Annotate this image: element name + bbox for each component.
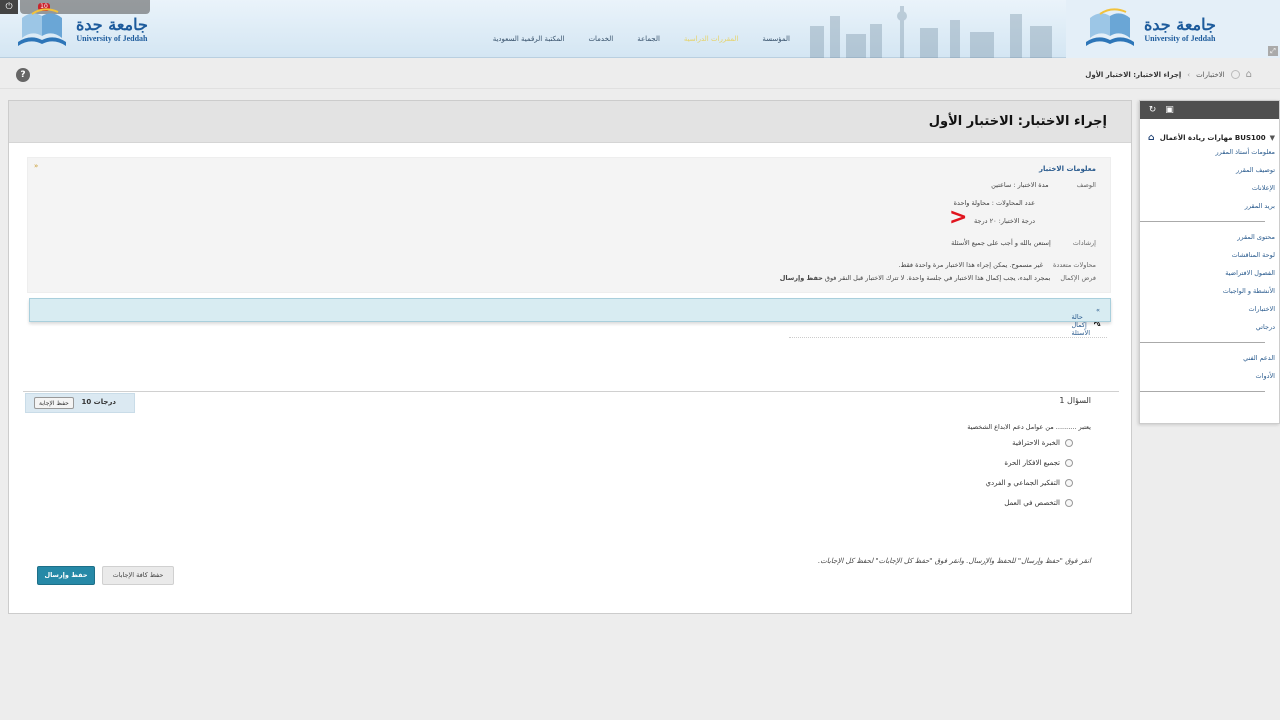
book-logo-icon (1082, 8, 1138, 50)
instructions-label: إرشادات (1072, 239, 1096, 247)
nav-digital-library[interactable]: المكتبة الرقمية السعودية (493, 35, 565, 43)
divider (1140, 221, 1265, 222)
divider (1140, 342, 1265, 343)
submit-instructions: انقر فوق "حفظ وإرسال" للحفظ والإرسال. وا… (817, 557, 1091, 565)
question-number: السؤال 1 (1059, 396, 1091, 405)
collapse-icon[interactable]: » (34, 162, 38, 170)
nav-services[interactable]: الخدمات (588, 35, 613, 43)
option-label[interactable]: الخبرة الاحترافية (1012, 439, 1060, 447)
university-name-en: University of Jeddah (1144, 33, 1216, 43)
sidebar-item[interactable]: درجاتي (1140, 318, 1275, 336)
university-name-en: University of Jeddah (76, 33, 148, 43)
description-label: الوصف (1076, 181, 1096, 189)
force-completion-label: فرض الإكمال (1060, 274, 1096, 282)
save-answer-button[interactable]: حفظ الإجابة (34, 397, 74, 409)
sidebar-item[interactable]: الأنشطة و الواجبات (1140, 282, 1275, 300)
completion-status-text: حالة إكمال الأسئلة (1071, 313, 1090, 337)
sidebar-item[interactable]: معلومات أستاذ المقرر (1140, 143, 1276, 161)
folder-icon[interactable]: ▣ (1163, 104, 1176, 116)
save-submit-button[interactable]: حفظ وإرسال (37, 566, 95, 585)
duration-text: مدة الاختبار : ساعتين (991, 181, 1049, 189)
breadcrumb: ⌂ الاختبارات ‹ إجراء الاختبار: الاختبار … (1085, 69, 1252, 80)
university-name-ar: جامعة جدة (76, 14, 148, 34)
sidebar-item[interactable]: الفصول الافتراضية (1140, 264, 1275, 282)
answer-option[interactable]: التفكير الجماعي و الفردي (986, 479, 1073, 487)
save-all-answers-button[interactable]: حفظ كافة الإجابات (102, 566, 174, 585)
sidebar-item[interactable]: الاختبارات (1140, 300, 1276, 318)
nav-institution[interactable]: المؤسسة (762, 35, 790, 43)
radio-button[interactable] (1065, 439, 1073, 447)
divider (789, 337, 1107, 338)
book-logo-icon (14, 8, 70, 50)
question-divider (23, 391, 1119, 392)
nav-community[interactable]: الجماعة (637, 35, 660, 43)
sidebar-item[interactable]: بريد المقرر (1140, 197, 1275, 215)
sidebar-menu: معلومات أستاذ المقرر توصيف المقرر الإعلا… (1140, 143, 1279, 392)
answer-option[interactable]: التخصص في العمل (1004, 499, 1073, 507)
radio-button[interactable] (1065, 479, 1073, 487)
sidebar-item[interactable]: لوحة المناقشات (1140, 246, 1275, 264)
force-completion-text: بمجرد البدء، يجب إكمال هذا الاختبار في ج… (780, 274, 1051, 282)
university-name-ar: جامعة جدة (1144, 14, 1216, 34)
sidebar-item[interactable]: توصيف المقرر (1140, 161, 1275, 179)
refresh-icon[interactable]: ↻ (1146, 104, 1159, 116)
home-icon[interactable]: ⌂ (1246, 69, 1252, 80)
sidebar-item[interactable]: الأدوات (1140, 367, 1275, 385)
question-text: يعتبر .......... من عوامل دعم الابداع ال… (967, 423, 1091, 431)
divider (1140, 391, 1265, 392)
force-completion-body: بمجرد البدء، يجب إكمال هذا الاختبار في ج… (824, 274, 1051, 282)
radio-button[interactable] (1065, 499, 1073, 507)
answer-option[interactable]: تجميع الافكار الحرة (1004, 459, 1073, 467)
test-content: إجراء الاختبار: الاختبار الأول » معلومات… (8, 100, 1132, 614)
force-completion-bold: حفظ وإرسال (779, 274, 823, 282)
help-icon[interactable]: ? (16, 68, 30, 82)
sidebar-item[interactable]: الإعلانات (1140, 179, 1275, 197)
multi-attempts-label: محاولات متعددة (1053, 261, 1096, 269)
nav-courses[interactable]: المقررات الدراسية (684, 35, 738, 43)
course-title[interactable]: ▼ BUS100 مهارات ريادة الأعمال ⌂ (1140, 119, 1279, 143)
logo-left[interactable]: جامعة جدة University of Jeddah (0, 0, 170, 58)
option-label[interactable]: التخصص في العمل (1004, 499, 1060, 507)
logo-right[interactable]: جامعة جدة University of Jeddah (1066, 0, 1280, 58)
course-sidebar: ↻ ▣ ▼ BUS100 مهارات ريادة الأعمال ⌂ معلو… (1139, 100, 1280, 424)
question-points: 10 درجات (81, 398, 116, 406)
circle-icon[interactable] (1230, 70, 1240, 79)
chevron-down-icon[interactable]: ▼ (1270, 134, 1275, 142)
red-arrow-annotation: > (949, 205, 968, 230)
multi-attempts-text: غير مسموح. يمكن إجراء هذا الاختبار مرة و… (898, 261, 1044, 269)
answer-option[interactable]: الخبرة الاحترافية (1012, 439, 1073, 447)
option-label[interactable]: تجميع الافكار الحرة (1004, 459, 1060, 467)
question-completion-status[interactable]: « حالة إكمال الأسئلة (29, 298, 1111, 337)
breadcrumb-tests[interactable]: الاختبارات (1196, 71, 1225, 79)
page-title: إجراء الاختبار: الاختبار الأول (928, 114, 1107, 129)
points-box: حفظ الإجابة 10 درجات (25, 393, 135, 413)
top-nav: المؤسسة المقررات الدراسية الجماعة الخدما… (493, 35, 790, 43)
site-header: ⏻ 10 جامعة جدة University of Jeddah المؤ… (0, 0, 1280, 58)
chevron-left-icon: ‹ (1187, 70, 1191, 79)
expand-icon[interactable]: ⤢ (1268, 46, 1278, 56)
info-heading: معلومات الاختبار (1039, 165, 1096, 173)
skyline-graphic (810, 6, 1052, 58)
breadcrumb-current: إجراء الاختبار: الاختبار الأول (1085, 70, 1182, 79)
grade-text: درجة الاختبار: ٢٠ درجة (973, 217, 1035, 225)
course-name: BUS100 مهارات ريادة الأعمال (1159, 134, 1266, 142)
radio-button[interactable] (1065, 459, 1073, 467)
option-label[interactable]: التفكير الجماعي و الفردي (986, 479, 1061, 487)
instructions-text: إستعن بالله و أجب على جميع الأسئلة (951, 239, 1051, 247)
home-icon[interactable]: ⌂ (1148, 133, 1154, 143)
sidebar-item[interactable]: محتوى المقرر (1140, 228, 1275, 246)
sidebar-item[interactable]: الدعم الفني (1140, 349, 1275, 367)
completion-status-label: « حالة إكمال الأسئلة (1071, 306, 1100, 337)
sidebar-toolbar: ↻ ▣ (1140, 101, 1279, 119)
